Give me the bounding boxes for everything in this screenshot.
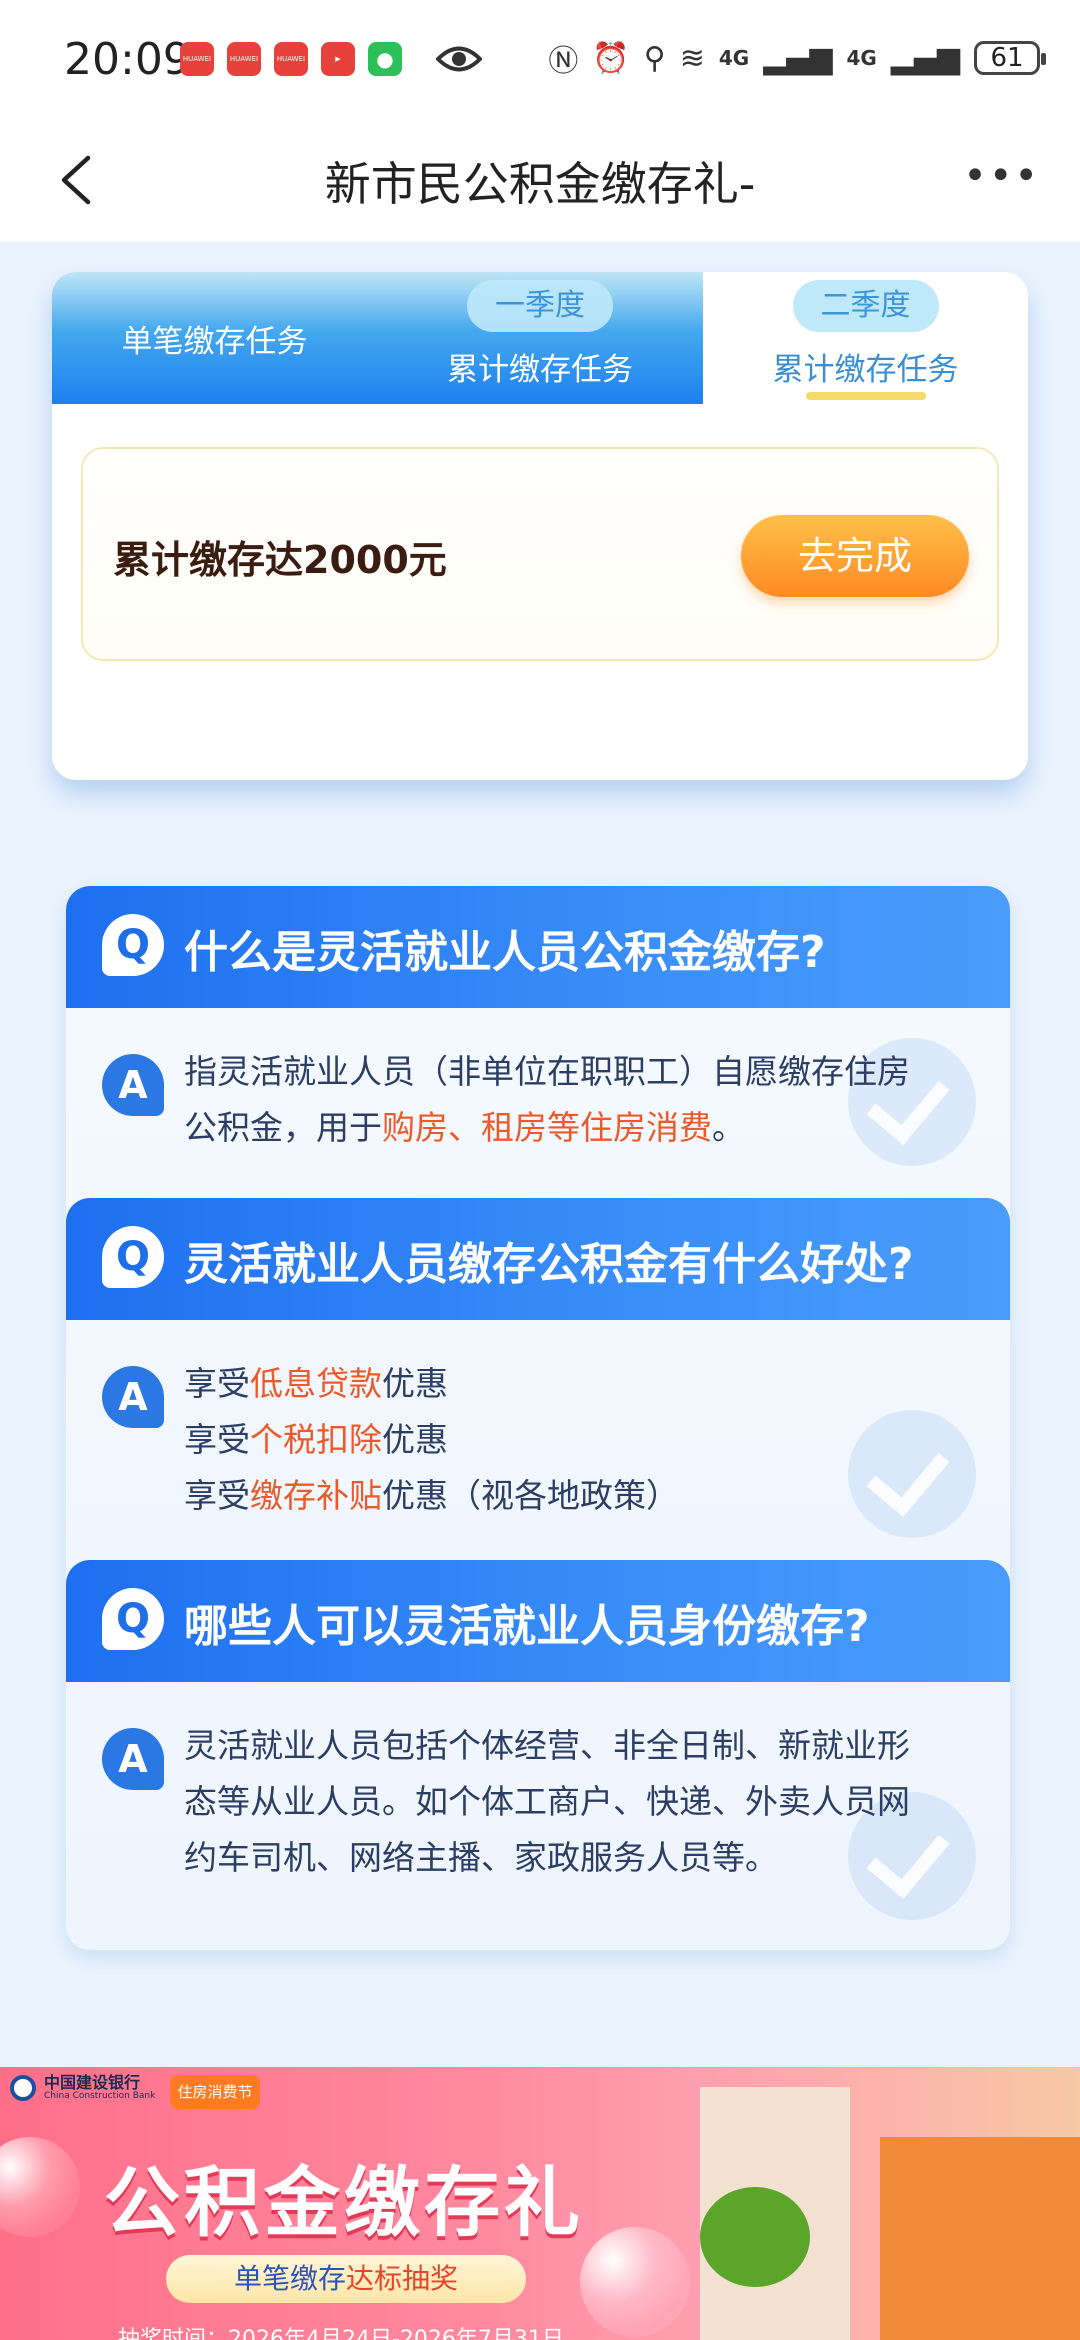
- answer-segment: 享受: [184, 1420, 250, 1459]
- answer-segment: 优惠: [382, 1364, 448, 1403]
- nfc-icon: Ⓝ: [548, 44, 579, 79]
- highlight-text: 个税扣除: [250, 1420, 382, 1459]
- banner-time: 抽奖时间：2026年4月24日-2026年7月31日: [118, 2327, 564, 2340]
- wifi-icon: ≋: [679, 40, 705, 76]
- faq-question-1: Q 什么是灵活就业人员公积金缴存?: [66, 886, 1010, 1008]
- location-icon: ⚲: [643, 40, 666, 76]
- tab-label: 单笔缴存任务: [121, 324, 308, 360]
- status-time: 20:09: [64, 34, 191, 85]
- bubble-decoration: [0, 2137, 80, 2237]
- answer-line: 享受缴存补贴优惠（视各地政策）: [184, 1468, 984, 1524]
- faq-answer-1: A 指灵活就业人员（非单位在职职工）自愿缴存住房 公积金，用于购房、租房等住房消费…: [66, 1008, 1010, 1198]
- status-bar: 20:09 HUAWEI HUAWEI HUAWEI ▶ ● Ⓝ ⏰ ⚲ ≋ 4…: [0, 0, 1080, 120]
- answer-badge: A: [102, 1054, 164, 1116]
- task-item: 累计缴存达2000元 去完成: [81, 447, 999, 661]
- festival-tag: 住房消费节: [170, 2075, 260, 2109]
- huawei-app-icon: HUAWEI: [227, 42, 261, 76]
- faq-answer-2: A 享受低息贷款优惠 享受个税扣除优惠 享受缴存补贴优惠（视各地政策）: [66, 1320, 1010, 1560]
- signal-4g-label-2: 4G: [846, 46, 877, 70]
- complete-task-button[interactable]: 去完成: [741, 515, 969, 597]
- highlight-text: 购房、租房等住房消费: [382, 1108, 712, 1147]
- video-app-icon: ▶: [321, 42, 355, 76]
- question-badge: Q: [102, 1588, 164, 1650]
- bank-name: 中国建设银行: [44, 2073, 141, 2092]
- answer-line: 约车司机、网络主播、家政服务人员等。: [184, 1830, 984, 1886]
- answer-segment: 约车司机、网络主播、家政服务人员等。: [184, 1838, 778, 1877]
- notification-icons: HUAWEI HUAWEI HUAWEI ▶ ●: [180, 42, 402, 76]
- faq-answer-3: A 灵活就业人员包括个体经营、非全日制、新就业形 态等从业人员。如个体工商户、快递…: [66, 1682, 1010, 1950]
- nav-bar: 新市民公积金缴存礼- •••: [0, 120, 1080, 242]
- answer-line: 指灵活就业人员（非单位在职职工）自愿缴存住房: [184, 1044, 984, 1100]
- tab-quarter-pill: 二季度: [792, 280, 939, 332]
- answer-line: 享受个税扣除优惠: [184, 1412, 984, 1468]
- eye-icon: [436, 46, 482, 72]
- answer-line: 享受低息贷款优惠: [184, 1356, 984, 1412]
- answer-line: 公积金，用于购房、租房等住房消费。: [184, 1100, 984, 1156]
- question-text: 哪些人可以灵活就业人员身份缴存?: [184, 1601, 870, 1652]
- bubble-decoration: [580, 2227, 690, 2337]
- bank-logo: 中国建设银行 China Construction Bank: [10, 2075, 155, 2101]
- banner-pill: 单笔缴存达标抽奖: [166, 2255, 526, 2303]
- tree-illustration: [700, 2187, 810, 2287]
- answer-segment: 享受: [184, 1476, 250, 1515]
- faq-question-2: Q 灵活就业人员缴存公积金有什么好处?: [66, 1198, 1010, 1320]
- battery-icon: 61: [974, 41, 1046, 75]
- pill-highlight: 达标抽奖: [346, 2262, 459, 2295]
- answer-segment: 灵活就业人员包括个体经营、非全日制、新就业形: [184, 1726, 910, 1765]
- answer-segment: 优惠: [382, 1420, 448, 1459]
- tab-quarter-pill: 一季度: [467, 280, 613, 332]
- ccb-logo-icon: [10, 2075, 36, 2101]
- wechat-icon: ●: [368, 42, 402, 76]
- tab-single-deposit[interactable]: 单笔缴存任务: [52, 272, 377, 404]
- question-text: 灵活就业人员缴存公积金有什么好处?: [184, 1239, 914, 1290]
- huawei-app-icon: HUAWEI: [274, 42, 308, 76]
- page-title: 新市民公积金缴存礼-: [324, 157, 756, 211]
- more-dots-icon[interactable]: •••: [963, 156, 1040, 196]
- highlight-text: 低息贷款: [250, 1364, 382, 1403]
- active-tab-indicator: [805, 392, 926, 400]
- answer-text: 指灵活就业人员（非单位在职职工）自愿缴存住房 公积金，用于购房、租房等住房消费。: [184, 1044, 984, 1156]
- tab-label: 累计缴存任务: [447, 352, 633, 388]
- answer-segment: 态等从业人员。如个体工商户、快递、外卖人员网: [184, 1782, 910, 1821]
- task-description: 累计缴存达2000元: [113, 538, 447, 582]
- signal-icon: ▂▄▆: [890, 40, 960, 76]
- promo-banner[interactable]: 中国建设银行 China Construction Bank 住房消费节 公积金…: [0, 2067, 1080, 2340]
- huawei-app-icon: HUAWEI: [180, 42, 214, 76]
- bank-name-en: China Construction Bank: [44, 2091, 156, 2101]
- question-badge: Q: [102, 1226, 164, 1288]
- task-card: 单笔缴存任务 一季度 累计缴存任务 二季度 累计缴存任务 累计缴存达2000元 …: [52, 272, 1028, 780]
- system-status: Ⓝ ⏰ ⚲ ≋ 4G ▂▄▆ 4G ▂▄▆ 61: [548, 36, 1046, 80]
- tab-q2-cumulative[interactable]: 二季度 累计缴存任务: [703, 272, 1028, 404]
- answer-segment: 享受: [184, 1364, 250, 1403]
- pill-prefix: 单笔缴存: [233, 2262, 346, 2295]
- faq-question-3: Q 哪些人可以灵活就业人员身份缴存?: [66, 1560, 1010, 1682]
- banner-title: 公积金缴存礼: [104, 2158, 584, 2247]
- tab-q1-cumulative[interactable]: 一季度 累计缴存任务: [377, 272, 703, 404]
- question-badge: Q: [102, 914, 164, 976]
- alarm-icon: ⏰: [592, 40, 630, 76]
- answer-text: 享受低息贷款优惠 享受个税扣除优惠 享受缴存补贴优惠（视各地政策）: [184, 1356, 984, 1524]
- tab-label: 累计缴存任务: [772, 352, 959, 388]
- answer-line: 态等从业人员。如个体工商户、快递、外卖人员网: [184, 1774, 984, 1830]
- battery-level: 61: [990, 43, 1024, 73]
- question-text: 什么是灵活就业人员公积金缴存?: [184, 927, 826, 978]
- answer-line: 灵活就业人员包括个体经营、非全日制、新就业形: [184, 1718, 984, 1774]
- answer-segment: 。: [712, 1108, 745, 1147]
- answer-badge: A: [102, 1728, 164, 1790]
- task-tabs: 单笔缴存任务 一季度 累计缴存任务 二季度 累计缴存任务: [52, 272, 1028, 404]
- faq-section: Q 什么是灵活就业人员公积金缴存? A 指灵活就业人员（非单位在职职工）自愿缴存…: [66, 886, 1010, 1950]
- answer-segment: 指灵活就业人员（非单位在职职工）自愿缴存住房: [184, 1052, 910, 1091]
- answer-text: 灵活就业人员包括个体经营、非全日制、新就业形 态等从业人员。如个体工商户、快递、外…: [184, 1718, 984, 1886]
- shop-illustration: [880, 2137, 1080, 2340]
- highlight-text: 缴存补贴: [250, 1476, 382, 1515]
- answer-badge: A: [102, 1366, 164, 1428]
- signal-4g-label: 4G: [718, 46, 750, 70]
- answer-segment: 优惠（视各地政策）: [382, 1476, 679, 1515]
- answer-segment: 公积金，用于: [184, 1108, 382, 1147]
- signal-icon: ▂▄▆: [763, 40, 833, 76]
